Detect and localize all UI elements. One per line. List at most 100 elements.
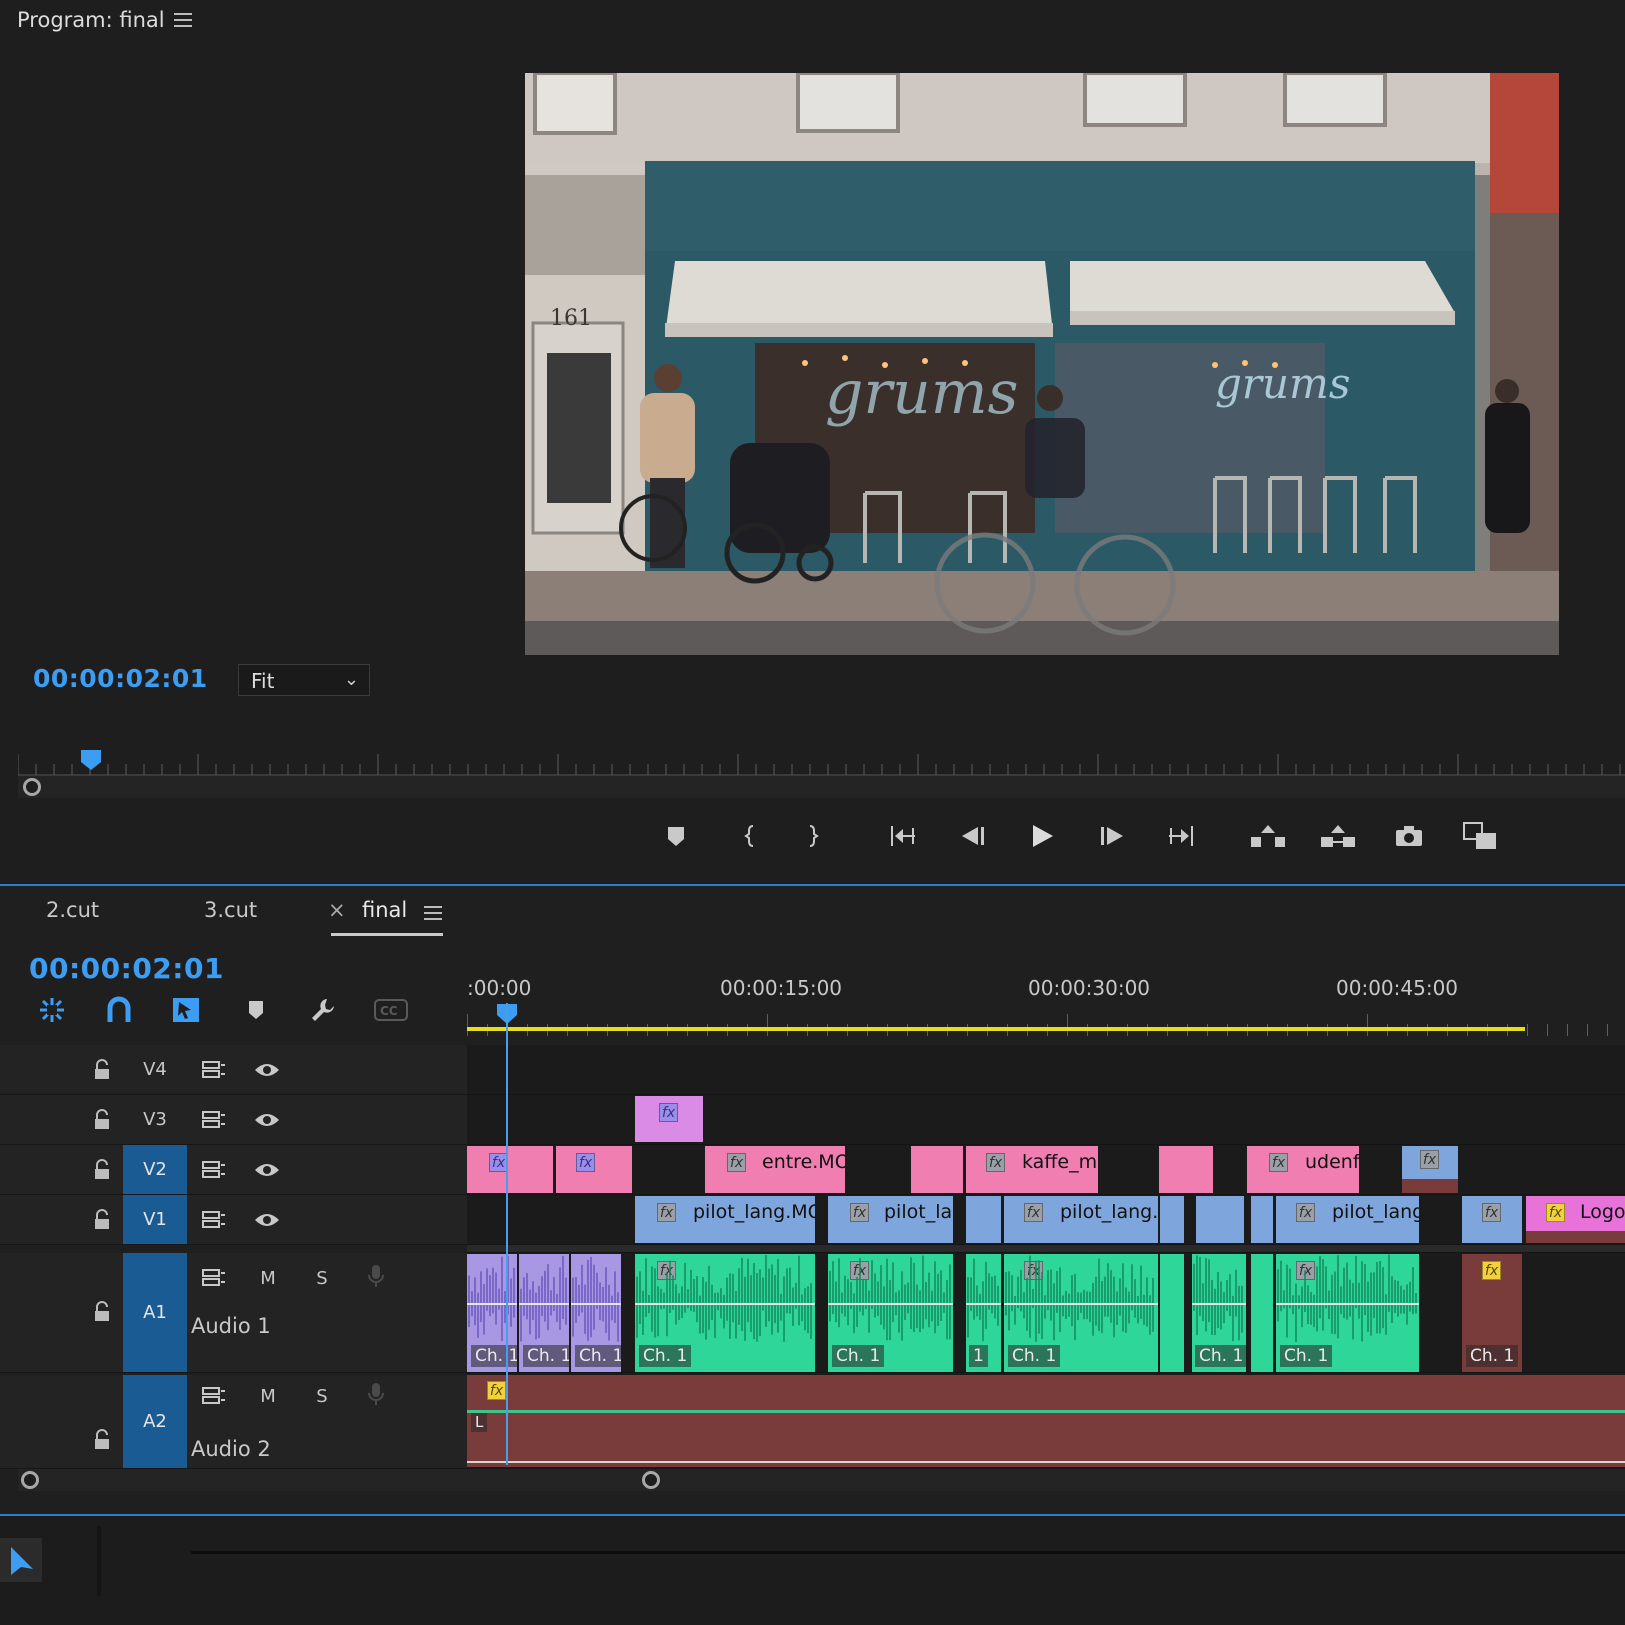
sync-lock-icon[interactable] bbox=[200, 1109, 228, 1131]
timeline-timecode[interactable]: 00:00:02:01 bbox=[29, 952, 224, 985]
program-timecode[interactable]: 00:00:02:01 bbox=[33, 664, 208, 693]
scrollbar-handle-right[interactable] bbox=[642, 1471, 660, 1489]
lock-icon[interactable] bbox=[92, 1301, 112, 1323]
clip-v1-pilot1[interactable]: fx pilot_lang.MO bbox=[635, 1196, 815, 1243]
sync-lock-icon[interactable] bbox=[200, 1159, 228, 1181]
step-back-button[interactable] bbox=[953, 816, 993, 856]
fx-badge[interactable]: fx bbox=[1420, 1150, 1439, 1169]
mark-out-button[interactable] bbox=[793, 816, 833, 856]
selection-tool-button[interactable] bbox=[0, 1538, 42, 1582]
fx-badge[interactable]: fx bbox=[1296, 1203, 1315, 1222]
video-audio-separator[interactable] bbox=[467, 1245, 1625, 1253]
timeline-playhead-line[interactable] bbox=[506, 1003, 508, 1465]
timeline-zoom-scrollbar[interactable] bbox=[18, 1469, 1625, 1491]
clip-v1-7[interactable] bbox=[1251, 1196, 1273, 1243]
timeline-settings-button[interactable] bbox=[303, 992, 343, 1028]
clip-v1-3[interactable] bbox=[966, 1196, 1001, 1243]
panel-menu-icon[interactable] bbox=[174, 13, 192, 27]
lift-button[interactable] bbox=[1248, 816, 1288, 856]
scrollbar-handle-left[interactable] bbox=[21, 1471, 39, 1489]
mark-in-button[interactable] bbox=[730, 816, 770, 856]
eye-icon[interactable] bbox=[253, 1109, 281, 1131]
clip-v1-pilot3[interactable]: fx pilot_lang. bbox=[1004, 1196, 1158, 1243]
fx-badge[interactable]: fx bbox=[487, 1381, 506, 1400]
track-name-a2[interactable]: A2 bbox=[123, 1375, 187, 1468]
eye-icon[interactable] bbox=[253, 1159, 281, 1181]
lock-icon[interactable] bbox=[92, 1209, 112, 1231]
lock-icon[interactable] bbox=[92, 1429, 112, 1451]
clip-v2-8[interactable]: fx bbox=[1402, 1146, 1458, 1193]
fx-badge[interactable]: fx bbox=[1546, 1203, 1565, 1222]
clip-v2-6[interactable] bbox=[1159, 1146, 1213, 1193]
extract-button[interactable] bbox=[1318, 816, 1358, 856]
clip-v2-entre[interactable]: fx entre.MO bbox=[705, 1146, 845, 1193]
lock-icon[interactable] bbox=[92, 1059, 112, 1081]
linked-selection-toggle[interactable] bbox=[166, 992, 206, 1028]
timeline-time-ruler[interactable] bbox=[467, 1008, 1625, 1038]
zoom-level-select[interactable]: Fit ⌄ bbox=[238, 664, 370, 696]
fx-badge[interactable]: fx bbox=[986, 1153, 1005, 1172]
export-frame-button[interactable] bbox=[1389, 816, 1429, 856]
close-tab-icon[interactable]: × bbox=[328, 898, 346, 922]
fx-badge[interactable]: fx bbox=[1024, 1203, 1043, 1222]
volume-rubber-band[interactable] bbox=[467, 1410, 1625, 1413]
clip-v1-9[interactable]: fx bbox=[1462, 1196, 1522, 1243]
comparison-view-button[interactable] bbox=[1460, 816, 1500, 856]
add-marker-button[interactable] bbox=[656, 816, 696, 856]
clip-v1-pilot4[interactable]: fx pilot_lang bbox=[1276, 1196, 1419, 1243]
fx-badge[interactable]: fx bbox=[727, 1153, 746, 1172]
track-label-audio-1[interactable]: Audio 1 bbox=[191, 1314, 271, 1338]
sync-lock-icon[interactable] bbox=[200, 1267, 228, 1289]
solo-button[interactable]: S bbox=[308, 1267, 336, 1289]
timeline-menu-icon[interactable] bbox=[424, 906, 442, 920]
track-name-v2[interactable]: V2 bbox=[123, 1145, 187, 1194]
program-time-ruler[interactable] bbox=[18, 740, 1625, 776]
fx-badge[interactable]: fx bbox=[850, 1203, 869, 1222]
fx-badge[interactable]: fx bbox=[659, 1103, 678, 1122]
track-name-v3[interactable]: V3 bbox=[123, 1095, 187, 1144]
track-name-v1[interactable]: V1 bbox=[123, 1195, 187, 1244]
track-label-audio-2[interactable]: Audio 2 bbox=[191, 1437, 271, 1461]
program-zoom-scrollbar[interactable] bbox=[18, 776, 1625, 798]
microphone-icon[interactable] bbox=[362, 1265, 390, 1287]
sync-lock-icon[interactable] bbox=[200, 1059, 228, 1081]
clip-v1-6[interactable] bbox=[1196, 1196, 1244, 1243]
tab-3-cut[interactable]: 3.cut bbox=[204, 898, 257, 922]
snap-toggle[interactable] bbox=[99, 992, 139, 1028]
clip-v3-fx[interactable]: fx bbox=[635, 1096, 703, 1142]
tab-2-cut[interactable]: 2.cut bbox=[46, 898, 99, 922]
clip-v1-5[interactable] bbox=[1160, 1196, 1184, 1243]
clip-v2-1[interactable]: fx bbox=[467, 1146, 553, 1193]
eye-icon[interactable] bbox=[253, 1059, 281, 1081]
eye-icon[interactable] bbox=[253, 1209, 281, 1231]
sync-lock-icon[interactable] bbox=[200, 1385, 228, 1407]
work-area-bar[interactable] bbox=[467, 1027, 1525, 1031]
mute-button[interactable]: M bbox=[254, 1267, 282, 1289]
audio-clip-a2[interactable]: fx L bbox=[467, 1375, 1625, 1467]
solo-button[interactable]: S bbox=[308, 1385, 336, 1407]
captions-button[interactable]: CC bbox=[371, 992, 411, 1028]
lock-icon[interactable] bbox=[92, 1109, 112, 1131]
microphone-icon[interactable] bbox=[362, 1383, 390, 1405]
add-marker-timeline-button[interactable] bbox=[236, 992, 276, 1028]
track-name-v4[interactable]: V4 bbox=[123, 1045, 187, 1094]
tab-final[interactable]: final bbox=[362, 898, 407, 922]
track-row-v4[interactable] bbox=[467, 1045, 1625, 1095]
step-forward-button[interactable] bbox=[1092, 816, 1132, 856]
track-name-a1[interactable]: A1 bbox=[123, 1253, 187, 1372]
clip-v1-pilot2[interactable]: fx pilot_la bbox=[828, 1196, 953, 1243]
sync-lock-icon[interactable] bbox=[200, 1209, 228, 1231]
fx-badge[interactable]: fx bbox=[657, 1203, 676, 1222]
fx-badge[interactable]: fx bbox=[1482, 1203, 1501, 1222]
lock-icon[interactable] bbox=[92, 1159, 112, 1181]
clip-v2-kaffe[interactable]: fx kaffe_m bbox=[966, 1146, 1098, 1193]
go-to-in-button[interactable] bbox=[884, 816, 924, 856]
clip-v2-2[interactable]: fx bbox=[556, 1146, 632, 1193]
clip-v1-logo[interactable]: fx Logo bbox=[1526, 1196, 1625, 1243]
go-to-out-button[interactable] bbox=[1160, 816, 1200, 856]
program-video-frame[interactable]: 161 grums grums bbox=[525, 73, 1559, 655]
program-playhead[interactable] bbox=[81, 750, 101, 770]
clip-v2-udenf[interactable]: fx udenf bbox=[1247, 1146, 1359, 1193]
nest-sequence-toggle[interactable] bbox=[32, 992, 72, 1028]
fx-badge[interactable]: fx bbox=[1269, 1153, 1288, 1172]
